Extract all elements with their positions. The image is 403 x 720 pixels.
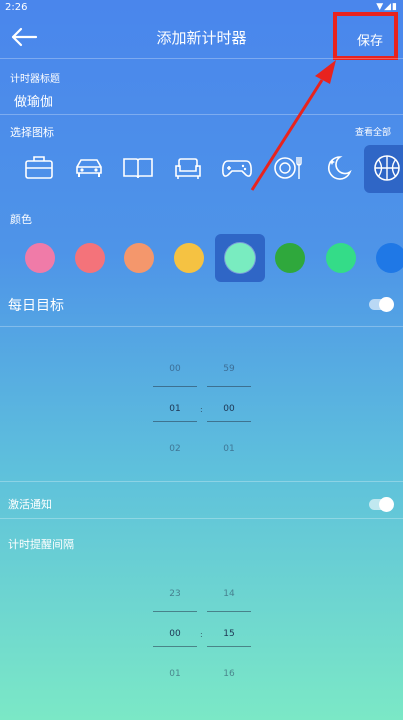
screen: 2:26 ▼◢▮ 添加新计时器 保存 计时器标题 做瑜伽 选择图标 查看全部 颜… [0, 0, 403, 720]
annotation-arrow [250, 60, 336, 191]
